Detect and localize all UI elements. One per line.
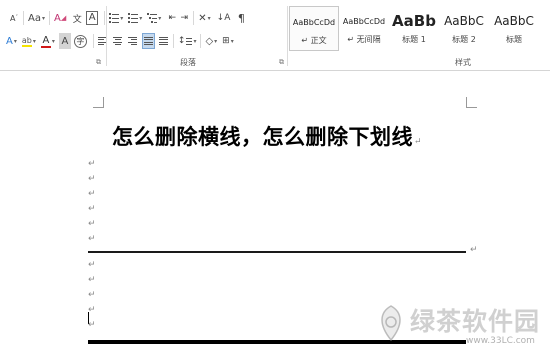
align-right-button[interactable]: [127, 33, 139, 49]
leaf-logo-icon: [381, 305, 401, 342]
horizontal-line[interactable]: [88, 251, 466, 253]
paragraph-mark: ↵: [470, 245, 478, 255]
highlight-color-bar: [21, 44, 32, 47]
paragraph-mark: ↵: [88, 174, 96, 184]
shrink-font-icon[interactable]: Aˇ: [8, 10, 20, 26]
watermark-text: 绿茶软件园: [410, 307, 541, 336]
ribbon-row-2: A ▾ ab ▾ A ▾ A 字 ↕ ▾ ◇ ▾ ⊞ ▾: [0, 32, 235, 50]
crop-mark-top-left: [93, 97, 104, 108]
change-case-label: Aa: [28, 12, 41, 24]
paragraph-mark: ↵: [88, 219, 96, 229]
document-title[interactable]: 怎么删除横线，怎么删除下划线↵: [112, 121, 452, 151]
paragraph-mark: ↵: [414, 137, 423, 147]
align-center-button[interactable]: [112, 33, 124, 49]
ribbon: Aˇ Aa ▾ A ◢ 文 A ▾ ▾ ▾ ⇤ ⇥ ✕ ▾ ↓A ¶ A ▾ ab: [0, 0, 550, 71]
ribbon-row-1: Aˇ Aa ▾ A ◢ 文 A ▾ ▾ ▾ ⇤ ⇥ ✕ ▾ ↓A ¶: [0, 9, 247, 27]
paragraph-mark: ↵: [88, 204, 96, 214]
style-sample: AaBbCcDd: [342, 16, 386, 26]
paragraph-mark: ↵: [88, 320, 96, 330]
increase-indent-button[interactable]: ⇥: [178, 10, 190, 26]
shading-button[interactable]: ◇ ▾: [204, 33, 218, 49]
style-sample: AaBb: [392, 12, 436, 30]
paragraph-mark: ↵: [88, 260, 96, 270]
text-effects-label: A: [6, 35, 13, 47]
distributed-button[interactable]: [158, 33, 170, 49]
style-sample: AaBbC: [444, 14, 484, 28]
text-effects-button[interactable]: A ▾: [5, 33, 18, 49]
watermark-url: www.33LC.com: [466, 336, 535, 346]
paragraph-mark: ↵: [88, 234, 96, 244]
style-heading-2[interactable]: AaBbC 标题 2: [439, 6, 489, 51]
paragraph-mark: ↵: [88, 159, 96, 169]
style-name: ↵ 正文: [301, 36, 327, 45]
styles-group-label: 样式: [455, 58, 471, 67]
paragraph-mark: ↵: [88, 189, 96, 199]
numbering-button[interactable]: ▾: [127, 10, 143, 26]
style-heading-1[interactable]: AaBb 标题 1: [389, 6, 439, 51]
style-title[interactable]: AaBbC 标题: [489, 6, 539, 51]
paragraph-mark: ↵: [88, 275, 96, 285]
line-spacing-icon: [186, 37, 193, 45]
sort-button[interactable]: ↓A: [216, 10, 232, 26]
enclose-char-button[interactable]: 字: [73, 34, 87, 48]
show-marks-button[interactable]: ¶: [235, 10, 247, 26]
clear-format-button[interactable]: A ◢: [53, 10, 67, 26]
line-spacing-button[interactable]: ↕ ▾: [177, 33, 198, 49]
style-sample: AaBbC: [494, 14, 534, 28]
style-name: 标题 2: [452, 35, 476, 44]
clear-format-icon: A: [53, 12, 61, 24]
phonetic-guide-icon[interactable]: 文: [71, 10, 83, 26]
align-left-button[interactable]: [97, 33, 109, 49]
styles-gallery: AaBbCcDd ↵ 正文 AaBbCcDd ↵ 无间隔 AaBb 标题 1 A…: [289, 6, 550, 51]
align-center-icon: [113, 37, 123, 45]
distributed-icon: [159, 37, 169, 45]
style-name: 标题 1: [402, 35, 426, 44]
borders-button[interactable]: ⊞ ▾: [221, 33, 235, 49]
char-border-button[interactable]: A: [86, 11, 99, 25]
font-color-bar: [40, 45, 51, 48]
char-shading-button[interactable]: A: [58, 33, 71, 49]
font-color-label: A: [42, 34, 50, 46]
multilevel-list-icon: [147, 13, 158, 23]
style-name: 标题: [506, 35, 522, 44]
style-sample: AaBbCcDd: [292, 17, 336, 27]
style-normal[interactable]: AaBbCcDd ↵ 正文: [289, 6, 339, 51]
justify-button[interactable]: [141, 33, 155, 49]
numbering-icon: [128, 13, 139, 23]
decrease-indent-button[interactable]: ⇤: [166, 10, 178, 26]
paragraph-dialog-launcher-icon[interactable]: ⧉: [279, 58, 284, 67]
change-case-button[interactable]: Aa ▾: [27, 10, 46, 26]
bullets-icon: [109, 13, 120, 23]
justify-icon: [143, 37, 153, 45]
font-dialog-launcher-icon[interactable]: ⧉: [96, 58, 101, 67]
style-no-spacing[interactable]: AaBbCcDd ↵ 无间隔: [339, 6, 389, 51]
align-right-icon: [128, 37, 138, 45]
bullets-button[interactable]: ▾: [108, 10, 124, 26]
watermark: 绿茶软件园 www.33LC.com: [374, 300, 550, 358]
paragraph-mark: ↵: [88, 290, 96, 300]
char-border-label: A: [88, 12, 96, 23]
paragraph-group-label: 段落: [180, 58, 196, 67]
enclose-char-label: 字: [76, 36, 85, 46]
crop-mark-top-right: [466, 97, 477, 108]
chinese-layout-button[interactable]: ✕ ▾: [197, 10, 211, 26]
char-shading-label: A: [61, 35, 69, 47]
style-name: ↵ 无间隔: [347, 35, 381, 44]
highlight-button[interactable]: ab ▾: [21, 33, 37, 49]
font-color-button[interactable]: A ▾: [40, 33, 56, 49]
multilevel-list-button[interactable]: ▾: [146, 10, 162, 26]
paragraph-mark: ↵: [88, 305, 96, 315]
highlight-label: ab: [21, 35, 32, 45]
document-title-text: 怎么删除横线，怎么删除下划线: [112, 124, 413, 149]
